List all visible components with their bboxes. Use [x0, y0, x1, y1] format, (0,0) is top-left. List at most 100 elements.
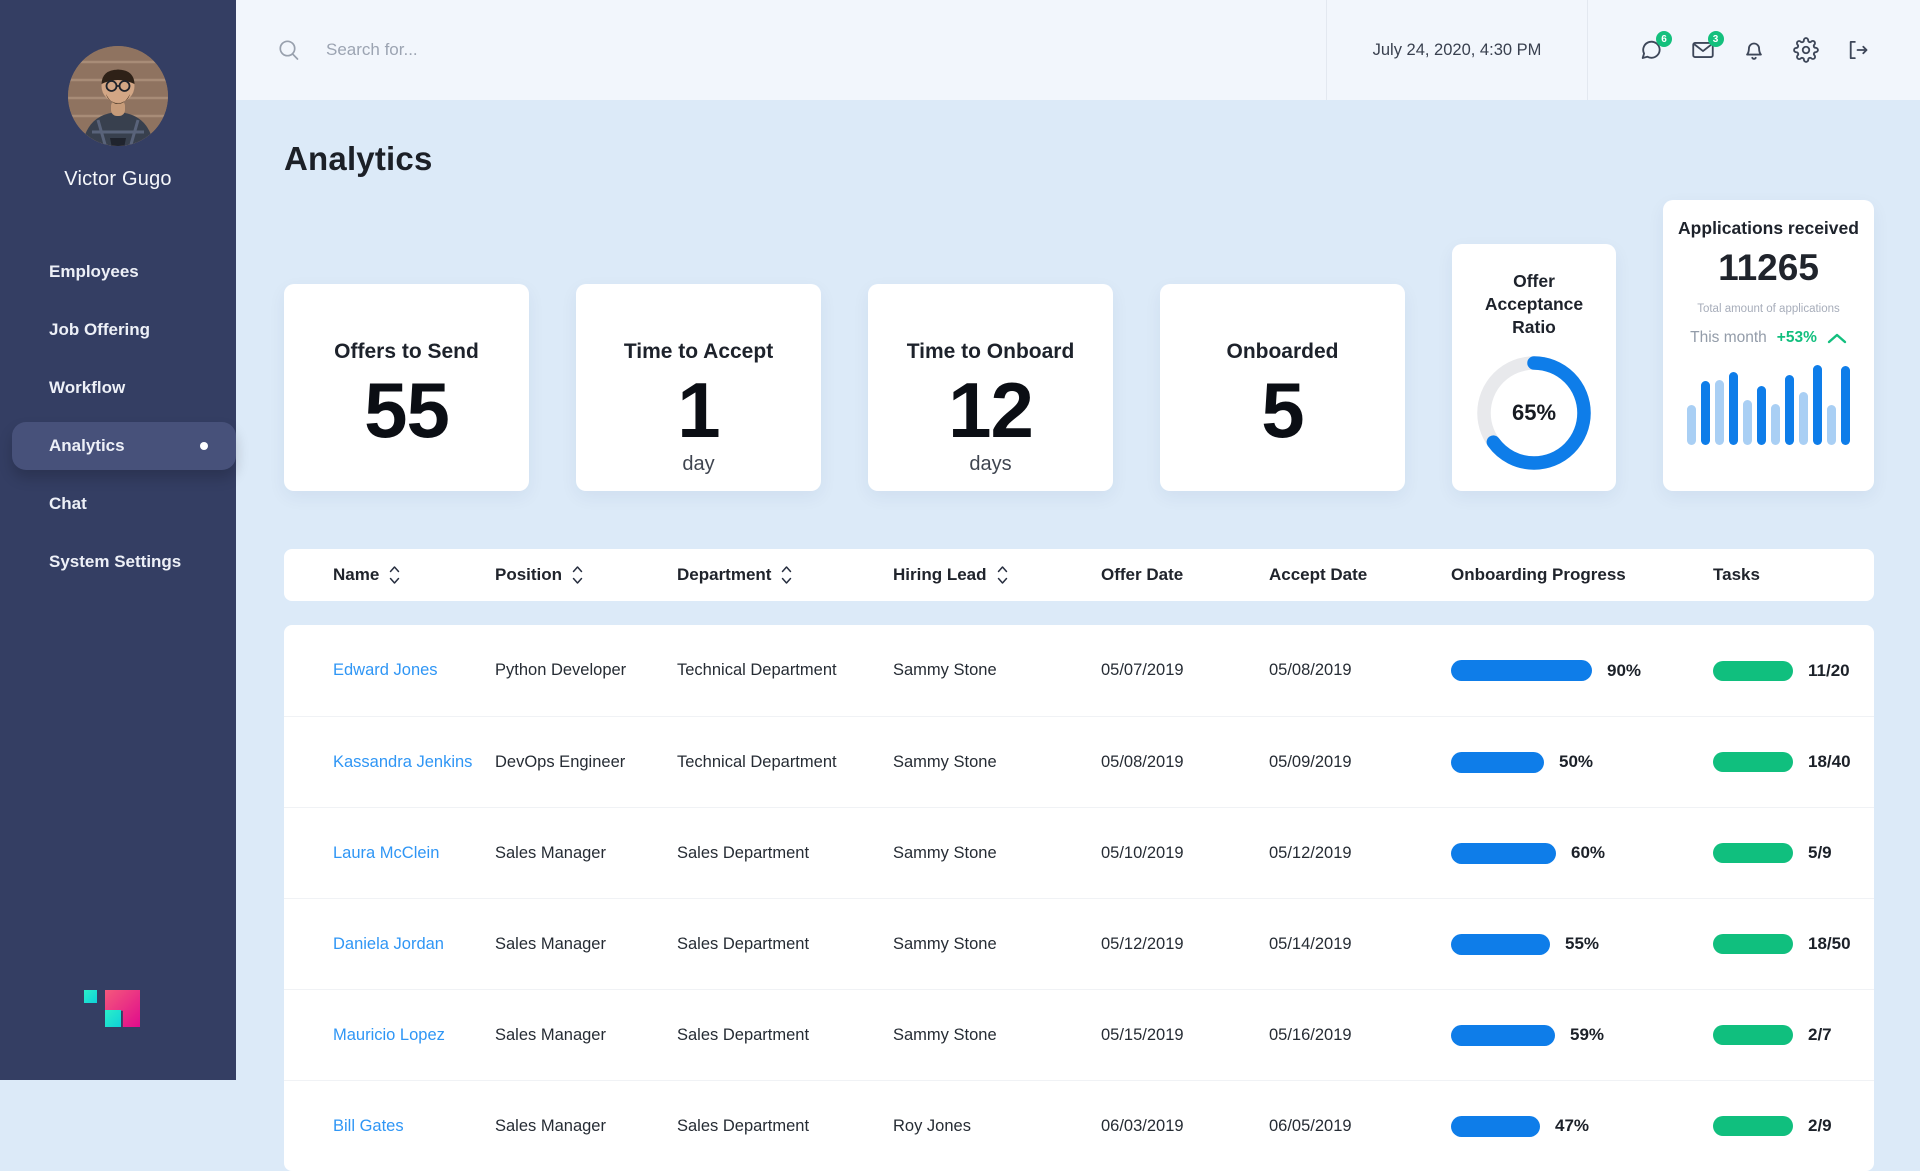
- brand-logo: [84, 990, 142, 1028]
- cell-onboarding-progress: 90%: [1451, 660, 1713, 681]
- sidebar-item-label: Chat: [49, 494, 87, 514]
- sidebar-item-job-offering[interactable]: Job Offering: [0, 301, 236, 359]
- applications-bar-chart: [1687, 363, 1851, 445]
- candidate-name-link[interactable]: Bill Gates: [333, 1117, 495, 1136]
- sidebar: Victor Gugo EmployeesJob OfferingWorkflo…: [0, 0, 236, 1080]
- logout-icon: [1844, 37, 1870, 63]
- tasks-count: 18/50: [1808, 934, 1851, 954]
- logout-button[interactable]: [1844, 37, 1870, 63]
- sidebar-item-workflow[interactable]: Workflow: [0, 359, 236, 417]
- table-row: Edward JonesPython DeveloperTechnical De…: [284, 625, 1874, 716]
- progress-percent: 47%: [1555, 1116, 1589, 1136]
- acceptance-donut-chart: 65%: [1477, 356, 1591, 470]
- sort-icon: [781, 565, 792, 585]
- tasks-bar: [1713, 843, 1793, 863]
- cell-department: Sales Department: [677, 935, 893, 954]
- column-header-tasks: Tasks: [1713, 565, 1874, 585]
- cell-hiring-lead: Sammy Stone: [893, 661, 1101, 680]
- sidebar-item-label: Workflow: [49, 378, 125, 398]
- cell-hiring-lead: Sammy Stone: [893, 844, 1101, 863]
- cell-tasks: 18/40: [1713, 752, 1874, 772]
- column-header-label: Position: [495, 565, 562, 585]
- bar-chart-bar: [1841, 366, 1850, 445]
- bar-chart-bar: [1701, 381, 1710, 445]
- cell-department: Technical Department: [677, 661, 893, 680]
- candidate-name-link[interactable]: Daniela Jordan: [333, 935, 495, 954]
- notification-badge: 3: [1708, 31, 1724, 47]
- sidebar-item-analytics[interactable]: Analytics: [0, 417, 236, 475]
- cell-onboarding-progress: 60%: [1451, 843, 1713, 864]
- column-header-onboarding-progress: Onboarding Progress: [1451, 565, 1713, 585]
- cell-tasks: 2/7: [1713, 1025, 1874, 1045]
- column-header-label: Department: [677, 565, 771, 585]
- cell-accept-date: 06/05/2019: [1269, 1117, 1451, 1136]
- bar-chart-bar: [1757, 386, 1766, 445]
- stat-card-onboarded: Onboarded5: [1160, 284, 1405, 491]
- column-header-hiring-lead[interactable]: Hiring Lead: [893, 565, 1101, 585]
- cell-tasks: 11/20: [1713, 661, 1874, 681]
- search-input[interactable]: [326, 40, 926, 60]
- sidebar-item-label: Job Offering: [49, 320, 150, 340]
- column-header-label: Name: [333, 565, 379, 585]
- progress-bar: [1451, 1116, 1540, 1137]
- sidebar-item-chat[interactable]: Chat: [0, 475, 236, 533]
- cell-hiring-lead: Roy Jones: [893, 1117, 1101, 1136]
- candidate-name-link[interactable]: Mauricio Lopez: [333, 1026, 495, 1045]
- cell-tasks: 2/9: [1713, 1116, 1874, 1136]
- progress-bar: [1451, 934, 1550, 955]
- tasks-bar: [1713, 934, 1793, 954]
- stat-card-time-to-accept: Time to Accept1day: [576, 284, 821, 491]
- tasks-bar: [1713, 752, 1793, 772]
- cell-offer-date: 06/03/2019: [1101, 1117, 1269, 1136]
- page-title: Analytics: [284, 140, 1874, 178]
- gear-button[interactable]: [1793, 37, 1819, 63]
- cell-position: DevOps Engineer: [495, 753, 677, 772]
- stat-label: Time to Accept: [576, 340, 821, 364]
- bar-chart-bar: [1785, 375, 1794, 445]
- notification-badge: 6: [1656, 31, 1672, 47]
- cell-accept-date: 05/14/2019: [1269, 935, 1451, 954]
- bell-icon: [1741, 37, 1767, 63]
- cell-accept-date: 05/09/2019: [1269, 753, 1451, 772]
- sidebar-item-system-settings[interactable]: System Settings: [0, 533, 236, 591]
- candidate-name-link[interactable]: Kassandra Jenkins: [333, 753, 495, 772]
- main-content: Analytics Offers to Send55Time to Accept…: [236, 100, 1920, 1080]
- cell-tasks: 5/9: [1713, 843, 1874, 863]
- cell-position: Sales Manager: [495, 935, 677, 954]
- cell-position: Sales Manager: [495, 844, 677, 863]
- cell-hiring-lead: Sammy Stone: [893, 1026, 1101, 1045]
- chat-button[interactable]: 6: [1638, 37, 1664, 63]
- tasks-count: 2/9: [1808, 1116, 1832, 1136]
- cell-tasks: 18/50: [1713, 934, 1874, 954]
- cell-department: Sales Department: [677, 844, 893, 863]
- candidate-name-link[interactable]: Laura McClein: [333, 844, 495, 863]
- table-row: Kassandra JenkinsDevOps EngineerTechnica…: [284, 716, 1874, 807]
- applications-title: Applications received: [1663, 218, 1874, 239]
- bar-chart-bar: [1743, 400, 1752, 445]
- bell-button[interactable]: [1741, 37, 1767, 63]
- stat-label: Time to Onboard: [868, 340, 1113, 364]
- cell-accept-date: 05/08/2019: [1269, 661, 1451, 680]
- progress-percent: 50%: [1559, 752, 1593, 772]
- column-header-label: Onboarding Progress: [1451, 565, 1626, 585]
- column-header-name[interactable]: Name: [333, 565, 495, 585]
- sidebar-item-label: Analytics: [49, 436, 125, 456]
- offer-acceptance-card: Offer Acceptance Ratio 65%: [1452, 244, 1616, 491]
- avatar-image: [68, 46, 168, 146]
- sidebar-item-employees[interactable]: Employees: [0, 243, 236, 301]
- column-header-position[interactable]: Position: [495, 565, 677, 585]
- sidebar-nav: Employees Job Offering Workflow Analytics Ch…: [0, 243, 236, 591]
- logo-square-small: [84, 990, 97, 1003]
- candidate-name-link[interactable]: Edward Jones: [333, 661, 495, 680]
- search-icon[interactable]: [276, 37, 302, 63]
- cell-onboarding-progress: 50%: [1451, 752, 1713, 773]
- column-header-department[interactable]: Department: [677, 565, 893, 585]
- mail-button[interactable]: 3: [1690, 37, 1716, 63]
- sort-icon: [572, 565, 583, 585]
- column-header-offer-date: Offer Date: [1101, 565, 1269, 585]
- tasks-count: 11/20: [1808, 661, 1850, 681]
- avatar: [68, 46, 168, 146]
- stat-unit: day: [576, 453, 821, 476]
- sidebar-item-label: System Settings: [49, 552, 181, 572]
- cell-accept-date: 05/16/2019: [1269, 1026, 1451, 1045]
